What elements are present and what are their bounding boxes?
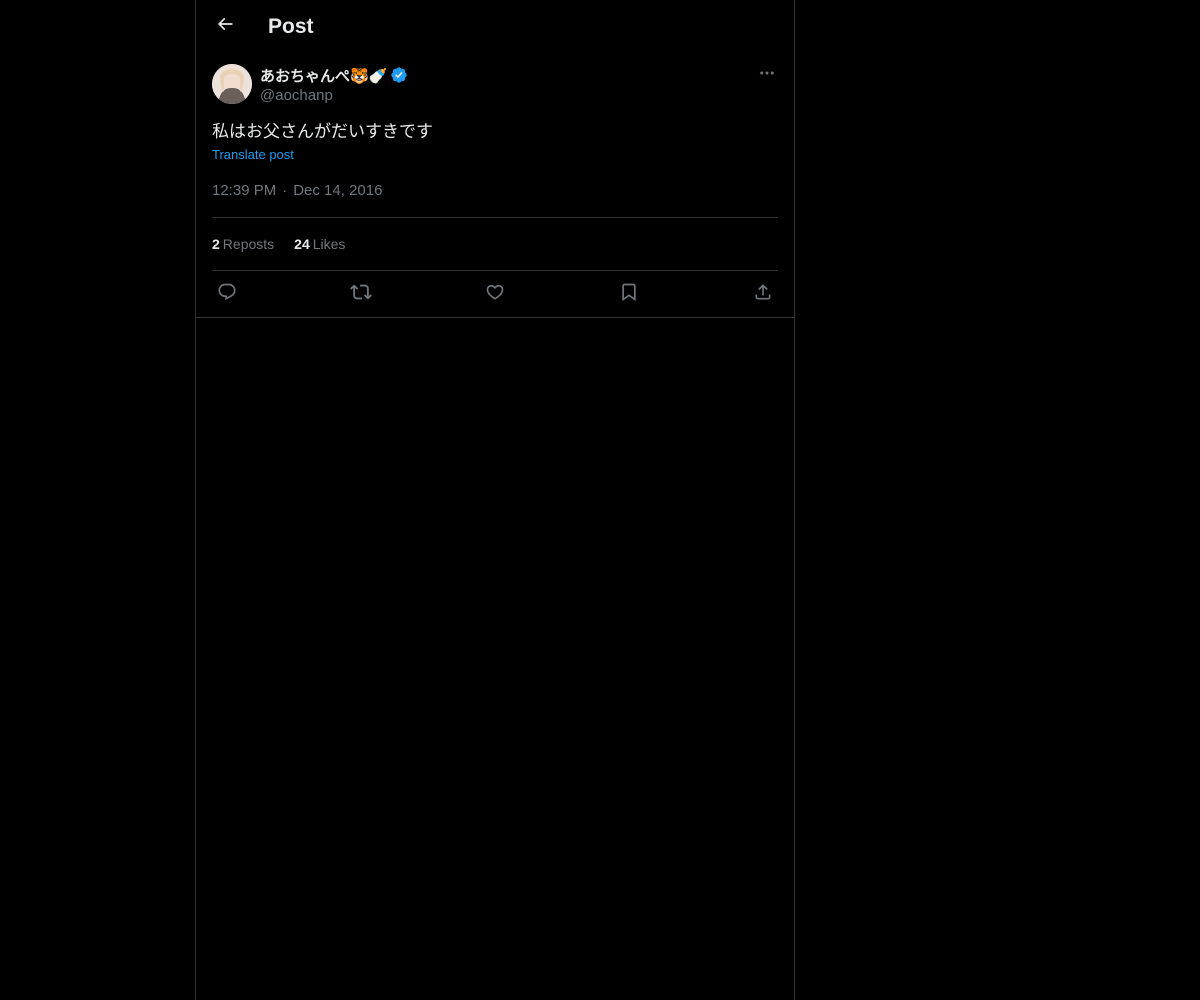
post-time[interactable]: 12:39 PM [212, 182, 276, 199]
reposts-stat[interactable]: 2 Reposts [212, 236, 274, 252]
share-button[interactable] [748, 280, 778, 310]
separator-dot: · [282, 182, 288, 199]
page-title: Post [268, 15, 314, 38]
post-date[interactable]: Dec 14, 2016 [293, 182, 382, 199]
post-bottom-border [196, 317, 794, 318]
arrow-left-icon [215, 14, 235, 39]
verified-badge-icon [390, 66, 408, 84]
back-button[interactable] [208, 9, 242, 43]
like-button[interactable] [480, 280, 510, 310]
post-text: 私はお父さんがだいすきです [212, 122, 433, 141]
display-name[interactable]: あおちゃんぺ🐯🍼 [260, 65, 387, 86]
reply-button[interactable] [212, 280, 242, 310]
post: あおちゃんぺ🐯🍼 @aochanp 私はお父さんがだいすきです Translat… [212, 64, 778, 318]
likes-count: 24 [294, 236, 310, 252]
heart-icon [485, 282, 505, 307]
repost-button[interactable] [346, 280, 376, 310]
author-row: あおちゃんぺ🐯🍼 @aochanp [212, 64, 778, 106]
repost-icon [350, 281, 372, 308]
display-name-row: あおちゃんぺ🐯🍼 [260, 64, 408, 86]
translate-post-link[interactable]: Translate post [212, 147, 294, 162]
author-handle[interactable]: @aochanp [260, 86, 408, 106]
likes-label: Likes [312, 236, 346, 252]
reposts-count: 2 [212, 236, 220, 252]
actions-row [212, 271, 778, 318]
avatar[interactable] [212, 64, 252, 104]
bookmark-icon [619, 282, 639, 307]
author-names: あおちゃんぺ🐯🍼 @aochanp [260, 64, 408, 106]
bookmark-button[interactable] [614, 280, 644, 310]
timestamp-row: 12:39 PM · Dec 14, 2016 [212, 181, 778, 201]
more-horizontal-icon [758, 64, 776, 87]
share-icon [753, 282, 773, 307]
page-header: Post [196, 0, 794, 53]
stats-row: 2 Reposts 24 Likes [212, 218, 778, 270]
reposts-label: Reposts [222, 236, 275, 252]
main-column: Post あおちゃんぺ🐯🍼 @aochanp 私はお父さんがだいすきです Tra… [195, 0, 795, 1000]
more-options-button[interactable] [756, 64, 778, 86]
likes-stat[interactable]: 24 Likes [294, 236, 345, 252]
reply-icon [217, 282, 237, 307]
